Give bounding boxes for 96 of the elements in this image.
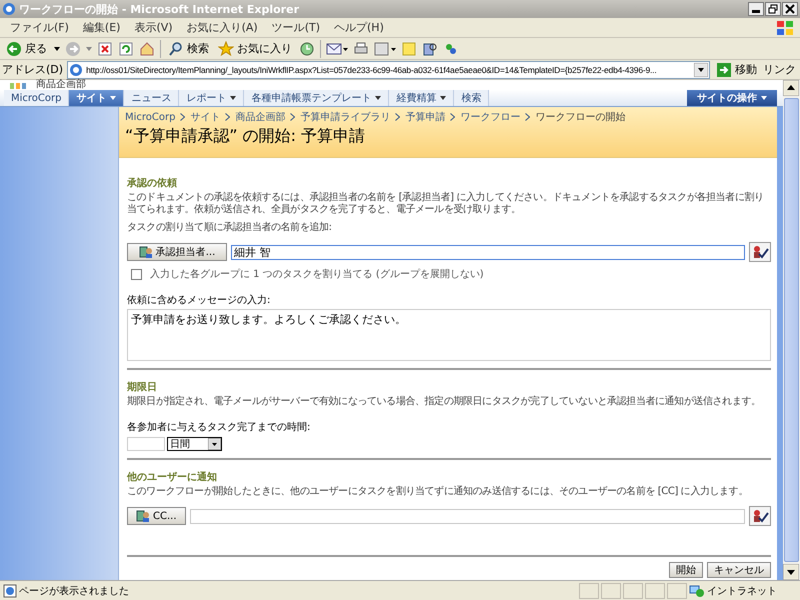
page-icon	[3, 584, 17, 598]
stop-icon[interactable]	[97, 40, 113, 56]
breadcrumb-link[interactable]: ワークフロー	[460, 110, 520, 124]
address-label: アドレス(D)	[2, 62, 64, 77]
minimize-button[interactable]	[748, 2, 764, 16]
site-title: 商品企画部	[36, 80, 86, 90]
nav-tab[interactable]: MicroCorp	[4, 90, 70, 106]
close-button[interactable]	[782, 2, 798, 16]
people-icon	[138, 245, 153, 259]
menu-item[interactable]: 編集(E)	[76, 20, 126, 35]
duration-field[interactable]	[127, 437, 165, 451]
unit-dropdown[interactable]: 日間	[167, 437, 222, 451]
nav-tab[interactable]: 検索	[454, 90, 490, 106]
field-label: タスクの割り当て順に承認担当者の名前を追加:	[127, 222, 333, 234]
nav-tab[interactable]: レポート	[179, 90, 244, 106]
windows-logo-icon	[774, 18, 796, 36]
status-pane	[601, 582, 621, 598]
status-pane	[623, 582, 643, 598]
section-heading: 承認の依頼	[127, 176, 178, 190]
breadcrumb-link[interactable]: 予算申請ライブラリ	[300, 110, 390, 124]
field-label: 各参加者に与えるタスク完了までの時間:	[127, 420, 312, 434]
description-text: このドキュメントの承認を依頼するには、承認担当者の名前を [承認担当者] に入力してください。ドキュメントを承認するタスクが各担当者に割り当てられます。依頼が送信され、全員がタスクを完了すると、電子メールを受け取ります。	[127, 192, 765, 216]
dropdown-arrow-icon	[208, 438, 221, 450]
restore-button[interactable]	[765, 2, 781, 16]
site-actions-button[interactable]: サイトの操作	[687, 90, 777, 106]
menu-item[interactable]: お気に入り(A)	[180, 20, 264, 35]
scroll-thumb[interactable]	[784, 98, 799, 562]
approver-field[interactable]: 細井 智	[231, 244, 745, 260]
section-heading: 期限日	[127, 380, 158, 394]
star-icon	[218, 40, 234, 56]
page-icon	[69, 62, 84, 76]
action-button[interactable]: キャンセル	[707, 562, 771, 578]
check-names-button[interactable]	[749, 242, 771, 262]
person-check-icon	[751, 244, 769, 260]
message-field[interactable]: 予算申請をお送り致します。よろしくご承認ください。	[127, 309, 771, 361]
browser-icon	[2, 2, 16, 16]
chevron-right-icon	[225, 113, 230, 121]
dropdown-arrow-icon[interactable]	[694, 62, 708, 76]
scrollbar[interactable]	[783, 80, 800, 580]
minimize-icon	[752, 10, 760, 13]
intranet-icon	[689, 584, 705, 598]
description-text: 期限日が指定され、電子メールがサーバーで有効になっている場合、指定の期限日にタスクが完了していないと承認担当者に通知が送信されます。	[127, 396, 762, 408]
restore-icon	[768, 4, 778, 14]
checkbox-label: 入力した各グループに 1 つのタスクを割り当てる (グループを展開しない)	[150, 268, 484, 281]
breadcrumb-link[interactable]: 商品企画部	[235, 110, 286, 124]
nav-tab[interactable]: ニュース	[124, 90, 180, 106]
dropdown-arrow-icon	[761, 96, 767, 100]
check-names-button[interactable]	[749, 506, 771, 526]
search-button[interactable]: 検索	[166, 40, 211, 56]
menu-item[interactable]: ツール(T)	[266, 20, 326, 35]
zone-text: イントラネット	[707, 584, 778, 598]
favorites-button[interactable]: お気に入り	[216, 40, 294, 56]
document-icon[interactable]	[374, 40, 396, 56]
breadcrumb-link[interactable]: 予算申請	[405, 110, 446, 124]
section-heading: 他のユーザーに通知	[127, 470, 218, 484]
history-icon[interactable]	[299, 40, 315, 56]
refresh-icon[interactable]	[118, 40, 134, 56]
nav-tab[interactable]: 経費精算	[389, 90, 454, 106]
breadcrumb-link[interactable]: MicroCorp	[125, 112, 176, 122]
page-title: “予算申請承認” の開始: 予算申請	[125, 126, 366, 147]
dropdown-arrow-icon[interactable]	[54, 46, 60, 50]
address-field[interactable]: http://oss01/SiteDirectory/ItemPlanning/_layouts/IniWrkflIP.aspx?List=057de233-6c99-46ab-a032-61f4ae5aeae0&ID=14&TemplateID={b257fe22-edb4-4396-9...	[67, 60, 710, 78]
research-icon[interactable]	[422, 40, 438, 56]
action-button[interactable]: 開始	[669, 562, 703, 578]
window-title: ワークフローの開始 - Microsoft Internet Explorer	[19, 2, 300, 16]
cc-field[interactable]	[190, 508, 745, 524]
home-icon[interactable]	[139, 40, 155, 56]
chevron-right-icon	[180, 113, 186, 121]
search-icon	[168, 40, 184, 56]
menu-item[interactable]: ファイル(F)	[4, 20, 75, 35]
links-button[interactable]: リンク	[763, 62, 798, 77]
people-button[interactable]: 承認担当者...	[127, 243, 227, 261]
status-text: ページが表示されました	[19, 584, 130, 598]
people-button[interactable]: CC...	[127, 507, 186, 525]
nav-tab[interactable]: サイト	[69, 90, 124, 106]
status-pane	[645, 582, 665, 598]
chevron-right-icon	[395, 113, 400, 121]
mail-icon[interactable]	[326, 40, 348, 56]
chevron-right-icon	[525, 113, 530, 121]
close-icon	[785, 4, 795, 14]
printer-icon[interactable]	[353, 40, 369, 56]
people-icon	[136, 509, 150, 523]
menu-item[interactable]: ヘルプ(H)	[328, 20, 390, 35]
back-button[interactable]: 戻る	[4, 40, 49, 56]
nav-tab[interactable]: 各種申請帳票テンプレート	[244, 90, 390, 106]
person-check-icon	[751, 508, 769, 524]
go-button[interactable]: 移動	[714, 62, 759, 78]
menu-item[interactable]: 表示(V)	[128, 20, 179, 35]
status-pane	[667, 582, 687, 598]
status-pane	[579, 582, 599, 598]
chevron-right-icon	[450, 113, 456, 121]
chevron-right-icon	[290, 113, 296, 121]
breadcrumb-link[interactable]: サイト	[190, 110, 220, 124]
checkbox[interactable]	[131, 268, 142, 280]
description-text: このワークフローが開始したときに、他のユーザーにタスクを割り当てずに通知のみ送信するには、そのユーザーの名前を [CC] に入力します。	[127, 486, 749, 498]
field-label: 依頼に含めるメッセージの入力:	[127, 294, 272, 307]
